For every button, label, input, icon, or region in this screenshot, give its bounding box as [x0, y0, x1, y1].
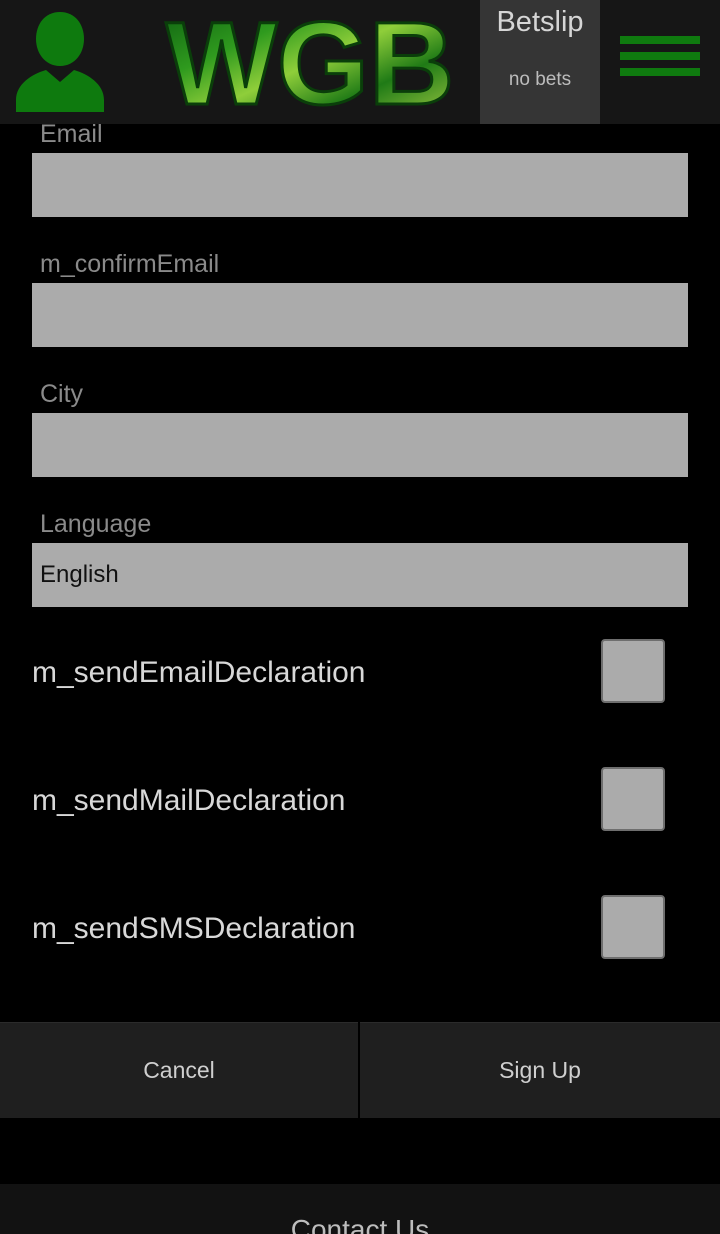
- cancel-button[interactable]: Cancel: [0, 1022, 358, 1118]
- send-sms-declaration-label: m_sendSMSDeclaration: [32, 912, 356, 945]
- betslip-button[interactable]: Betslip no bets: [480, 0, 600, 124]
- sign-up-button-label: Sign Up: [499, 1057, 581, 1083]
- user-icon[interactable]: [12, 8, 108, 112]
- cancel-button-label: Cancel: [143, 1057, 215, 1083]
- language-selected-value: English: [40, 561, 119, 588]
- send-email-declaration-label: m_sendEmailDeclaration: [32, 656, 366, 689]
- send-mail-declaration-label: m_sendMailDeclaration: [32, 784, 346, 817]
- email-label: Email: [40, 120, 103, 148]
- language-label: Language: [40, 510, 152, 538]
- betslip-title: Betslip: [496, 6, 584, 38]
- city-label: City: [40, 380, 84, 408]
- betslip-status: no bets: [508, 69, 572, 90]
- logo-text: WGB: [166, 6, 454, 112]
- city-field[interactable]: [32, 413, 688, 477]
- send-sms-declaration-checkbox[interactable]: [601, 895, 665, 959]
- hamburger-menu-icon[interactable]: [616, 30, 704, 90]
- app-header: WGB Betslip no bets: [0, 0, 720, 132]
- send-email-declaration-checkbox[interactable]: [601, 639, 665, 703]
- sign-up-button[interactable]: Sign Up: [360, 1022, 720, 1118]
- confirm-email-label: m_confirmEmail: [40, 250, 220, 278]
- send-mail-declaration-checkbox[interactable]: [601, 767, 665, 831]
- footer: Contact Us: [0, 1184, 720, 1234]
- language-select[interactable]: English: [32, 543, 688, 607]
- wgb-logo[interactable]: WGB: [150, 0, 470, 132]
- contact-us-link[interactable]: Contact Us: [0, 1214, 720, 1234]
- email-field[interactable]: [32, 153, 688, 217]
- confirm-email-field[interactable]: [32, 283, 688, 347]
